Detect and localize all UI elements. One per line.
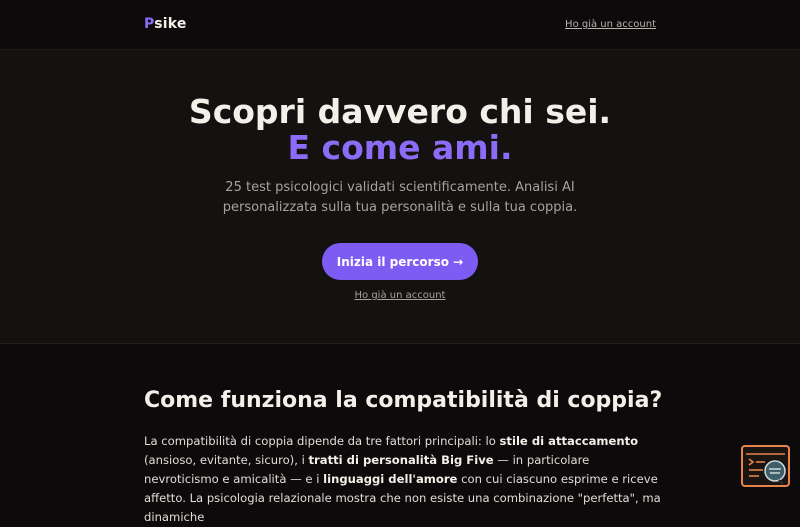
hero-section: Scopri davvero chi sei. E come ami. 25 t… <box>0 50 800 344</box>
paragraph-text-2: (ansioso, evitante, sicuro), i <box>144 453 309 467</box>
hero-subtitle: 25 test psicologici validati scientifica… <box>200 178 600 218</box>
hero-login-link[interactable]: Ho già un account <box>355 290 446 301</box>
hero-title-accent: E come ami. <box>287 128 513 167</box>
compatibility-section: Come funziona la compatibilità di coppia… <box>0 345 800 524</box>
top-navbar: Psike Ho già un account <box>0 0 800 50</box>
logo-text: sike <box>154 16 187 32</box>
section-paragraph: La compatibilità di coppia dipende da tr… <box>144 432 664 527</box>
nav-login-link[interactable]: Ho già un account <box>565 19 656 30</box>
paragraph-text-1: La compatibilità di coppia dipende da tr… <box>144 434 500 448</box>
hero-subtitle-line-2: personalizzata sulla tua personalità e s… <box>222 200 578 215</box>
hero-subtitle-line-1: 25 test psicologici validati scientifica… <box>225 180 575 195</box>
attachment-style-term: stile di attaccamento <box>499 434 639 448</box>
love-languages-term: linguaggi dell'amore <box>323 472 458 486</box>
big-five-term: tratti di personalità Big Five <box>308 453 494 467</box>
logo-accent-letter: P <box>144 16 155 32</box>
hero-login-link-row: Ho già un account <box>0 290 800 301</box>
feedback-terminal-icon <box>746 453 786 485</box>
logo[interactable]: Psike <box>144 16 187 32</box>
feedback-widget-button[interactable] <box>741 445 790 487</box>
section-title: Come funziona la compatibilità di coppia… <box>144 388 663 413</box>
hero-title: Scopri davvero chi sei. <box>188 92 612 131</box>
start-journey-button[interactable]: Inizia il percorso → <box>322 243 478 280</box>
